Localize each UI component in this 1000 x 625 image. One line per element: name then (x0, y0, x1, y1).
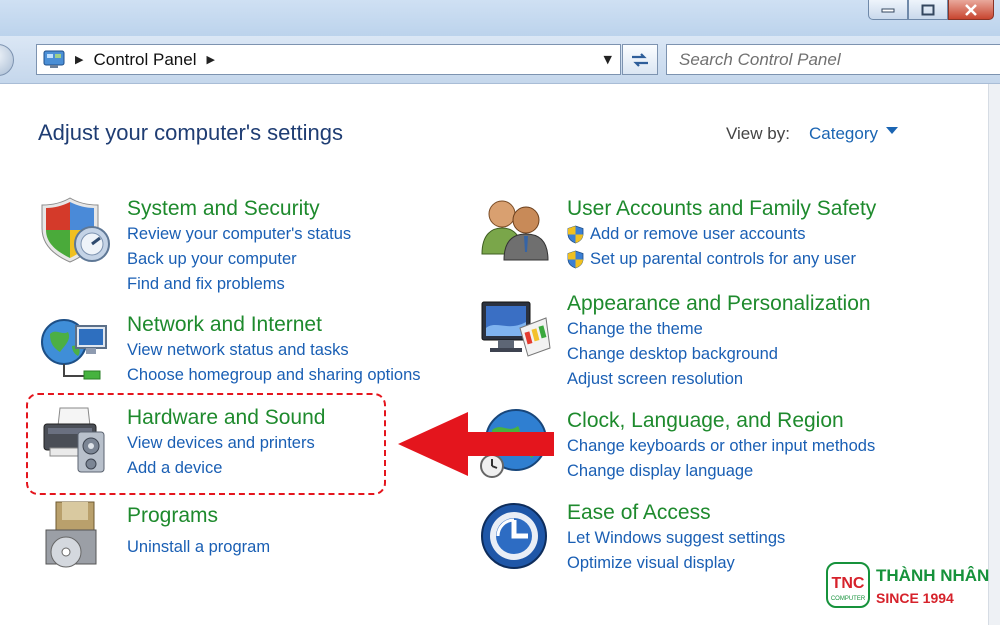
tnc-logo: TNC COMPUTER THÀNH NHÂN SINCE 1994 (826, 562, 990, 614)
category-title[interactable]: Programs (127, 503, 270, 529)
link-label: Add or remove user accounts (590, 225, 806, 243)
link-parental-controls[interactable]: Set up parental controls for any user (567, 247, 876, 272)
close-icon (965, 3, 977, 16)
category-system-security: System and Security Review your computer… (127, 196, 351, 297)
link-find-fix[interactable]: Find and fix problems (127, 272, 351, 297)
category-title[interactable]: User Accounts and Family Safety (567, 196, 876, 222)
highlight-box (26, 393, 386, 495)
monitor-palette-icon (481, 301, 551, 357)
category-clock-language-region: Clock, Language, and Region Change keybo… (567, 408, 875, 484)
search-input[interactable] (667, 45, 1000, 74)
link-desktop-background[interactable]: Change desktop background (567, 342, 871, 367)
address-bar[interactable]: ▶ Control Panel ▶ ▼ (36, 44, 621, 75)
category-network-internet: Network and Internet View network status… (127, 312, 421, 388)
maximize-button[interactable] (908, 0, 948, 20)
link-label: Set up parental controls for any user (590, 250, 856, 268)
link-add-remove-accounts[interactable]: Add or remove user accounts (567, 222, 876, 247)
category-title[interactable]: Ease of Access (567, 500, 785, 526)
minimize-icon (881, 8, 895, 12)
logo-name: THÀNH NHÂN (876, 566, 990, 585)
category-programs: Programs Uninstall a program (127, 503, 270, 560)
category-title[interactable]: Network and Internet (127, 312, 421, 338)
view-by-dropdown[interactable]: Category (809, 124, 878, 144)
breadcrumb-control-panel[interactable]: Control Panel (93, 50, 196, 70)
category-user-accounts: User Accounts and Family Safety Add or r… (567, 196, 876, 272)
minimize-button[interactable] (868, 0, 908, 20)
link-change-keyboards[interactable]: Change keyboards or other input methods (567, 434, 875, 459)
address-dropdown-icon[interactable]: ▼ (604, 53, 612, 66)
navigation-bar: ▶ Control Panel ▶ ▼ (0, 36, 1000, 84)
caption-buttons (868, 0, 994, 20)
link-uninstall-program[interactable]: Uninstall a program (127, 535, 270, 560)
control-panel-icon (43, 50, 65, 68)
svg-text:TNC: TNC (832, 575, 865, 592)
uac-shield-icon (567, 250, 584, 269)
category-ease-of-access: Ease of Access Let Windows suggest setti… (567, 500, 785, 576)
link-optimize-visual[interactable]: Optimize visual display (567, 551, 785, 576)
link-network-status[interactable]: View network status and tasks (127, 338, 421, 363)
category-title[interactable]: Clock, Language, and Region (567, 408, 875, 434)
programs-disc-icon (45, 501, 97, 568)
svg-text:COMPUTER: COMPUTER (831, 596, 866, 602)
back-button[interactable] (0, 44, 14, 76)
network-globe-icon (41, 319, 107, 380)
link-screen-resolution[interactable]: Adjust screen resolution (567, 367, 871, 392)
category-title[interactable]: Appearance and Personalization (567, 291, 871, 317)
control-panel-window: ▶ Control Panel ▶ ▼ Adjust your computer… (0, 0, 1000, 625)
link-homegroup[interactable]: Choose homegroup and sharing options (127, 363, 421, 388)
tnc-badge-icon: TNC COMPUTER (826, 562, 870, 608)
users-icon (481, 200, 549, 261)
refresh-icon (632, 52, 648, 67)
link-review-status[interactable]: Review your computer's status (127, 222, 351, 247)
ease-of-access-icon (481, 503, 547, 569)
link-back-up[interactable]: Back up your computer (127, 247, 351, 272)
link-display-language[interactable]: Change display language (567, 459, 875, 484)
refresh-button[interactable] (622, 44, 658, 75)
breadcrumb-chevron-icon[interactable]: ▶ (206, 53, 214, 66)
maximize-icon (921, 4, 935, 15)
close-button[interactable] (948, 0, 994, 20)
title-bar (0, 0, 1000, 36)
link-suggest-settings[interactable]: Let Windows suggest settings (567, 526, 785, 551)
link-change-theme[interactable]: Change the theme (567, 317, 871, 342)
search-box[interactable] (666, 44, 1000, 75)
shield-icon (41, 197, 110, 263)
view-by-label: View by: (726, 124, 790, 143)
category-title[interactable]: System and Security (127, 196, 351, 222)
logo-since: SINCE 1994 (876, 590, 954, 606)
red-arrow-icon (398, 412, 554, 476)
breadcrumb-separator-icon: ▶ (75, 53, 84, 66)
page-title: Adjust your computer's settings (38, 120, 344, 145)
view-by-caret-icon[interactable] (886, 127, 898, 134)
uac-shield-icon (567, 225, 584, 244)
vertical-scrollbar[interactable] (988, 84, 1000, 625)
category-appearance: Appearance and Personalization Change th… (567, 291, 871, 392)
